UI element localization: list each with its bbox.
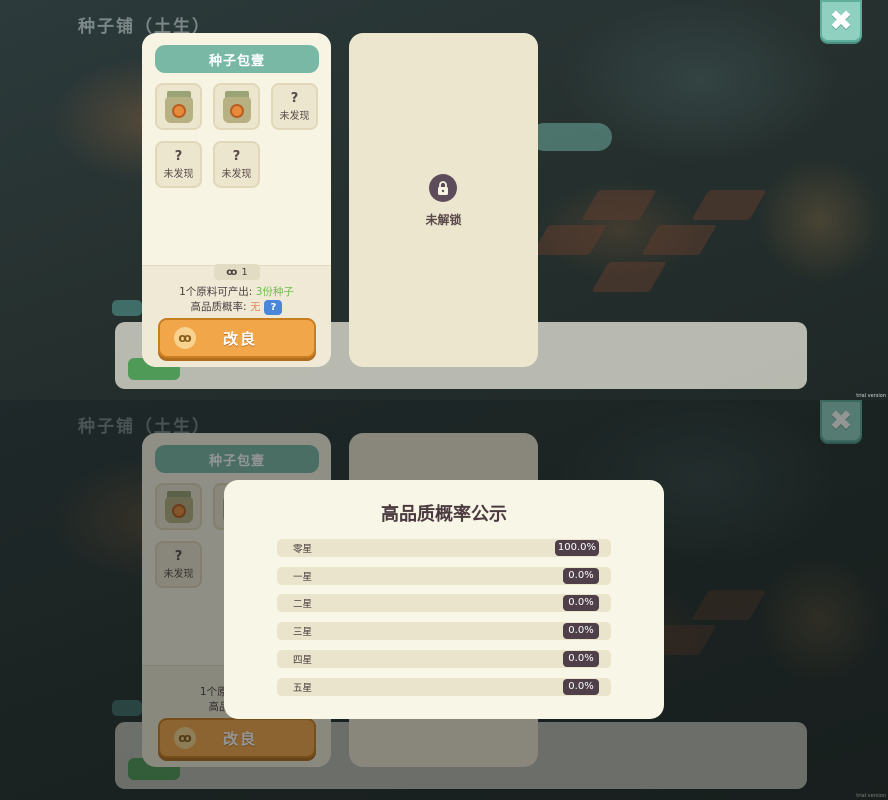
quality-label: 高品质概率: [190,301,250,313]
probability-row: 三星 0.0% [277,622,611,640]
material-count: ꝏ 1 [214,264,260,280]
undiscovered-label: 未发现 [163,168,194,180]
undiscovered-label: 未发现 [221,168,252,180]
probability-row: 零星 100.0% [277,539,611,557]
question-mark: ? [290,90,299,106]
probability-value: 100.0% [554,540,599,556]
improve-button-label: 改良 [222,329,257,348]
probability-row: 五星 0.0% [277,678,611,696]
locked-label: 未解锁 [425,213,462,227]
seed-slot-undiscovered[interactable]: ? 未发现 [155,141,202,188]
yield-value: 3份种子 [255,286,294,298]
trial-version-text: trial version [856,393,886,399]
yield-label: 1个原料可产出: [179,286,256,298]
quality-value: 无 [249,301,261,313]
seed-bag-icon [222,90,252,123]
seed-panel-footer: ꝏ 1 1个原料可产出: 3份种子 高品质概率: 无? ꝏ 改良 [142,264,331,367]
probability-modal: 高品质概率公示 零星 100.0% 一星 0.0% 二星 0.0% 三星 0.0… [224,480,664,719]
modal-title: 高品质概率公示 [381,504,507,525]
star-tier-label: 四星 [293,655,313,666]
probability-row: 二星 0.0% [277,594,611,612]
material-count-value: 1 [241,266,248,278]
close-icon: ✖ [829,4,853,37]
question-mark: ? [174,148,183,164]
probability-value: 0.0% [563,568,599,584]
probability-value: 0.0% [563,623,599,639]
material-icon: ꝏ [226,266,238,278]
seed-slot[interactable] [213,83,260,130]
seed-slot-undiscovered[interactable]: ? 未发现 [271,83,318,130]
star-tier-label: 三星 [293,627,313,638]
screen-probability-popup: 种子铺（土生） trial version ✖ 种子包壹 ? 未发现 1个原料可… [0,400,888,800]
material-icon: ꝏ [174,327,196,349]
quality-info: 高品质概率: 无? [142,299,331,315]
close-button[interactable]: ✖ [820,0,862,42]
locked-panel: 未解锁 [349,33,538,367]
star-tier-label: 一星 [293,572,313,583]
question-mark: ? [232,148,241,164]
seed-panel-title: 种子包壹 [155,45,319,73]
probability-value: 0.0% [563,595,599,611]
screen-seed-selection: 种子铺（土生） trial version ✖ 种子包壹 ? 未发现 ? 未发现… [0,0,888,400]
probability-value: 0.0% [563,651,599,667]
probability-row: 四星 0.0% [277,650,611,668]
seed-bag-icon [164,90,194,123]
seed-slot[interactable] [155,83,202,130]
lock-icon [429,174,457,202]
improve-button[interactable]: ꝏ 改良 [158,318,316,358]
star-tier-label: 二星 [293,599,313,610]
yield-info: 1个原料可产出: 3份种子 [142,284,331,299]
probability-row: 一星 0.0% [277,567,611,585]
help-button[interactable]: ? [264,299,283,315]
seed-panel: 种子包壹 ? 未发现 ? 未发现 ? 未发现 ꝏ 1 1个原料可产出: 3份种子 [142,33,331,367]
background-side-tab [112,300,142,316]
star-tier-label: 五星 [293,683,313,694]
background-pill [530,123,612,151]
star-tier-label: 零星 [293,544,313,555]
undiscovered-label: 未发现 [279,110,310,122]
probability-value: 0.0% [563,679,599,695]
seed-slot-undiscovered[interactable]: ? 未发现 [213,141,260,188]
